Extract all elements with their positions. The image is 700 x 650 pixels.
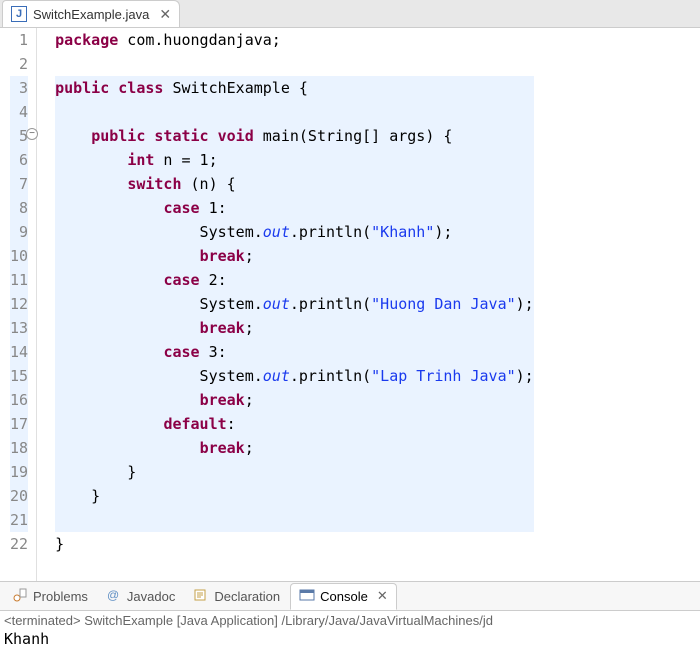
line-number: 18 [10, 436, 28, 460]
code-line[interactable]: System.out.println("Khanh"); [55, 220, 534, 244]
code-line[interactable]: case 3: [55, 340, 534, 364]
code-line[interactable]: break; [55, 436, 534, 460]
line-number: 8 [10, 196, 28, 220]
code-line[interactable]: break; [55, 388, 534, 412]
code-line[interactable]: public static void main(String[] args) { [55, 124, 534, 148]
line-number: 5− [10, 124, 28, 148]
fold-toggle-icon[interactable]: − [26, 128, 38, 140]
close-icon[interactable]: ✕ [373, 588, 388, 604]
code-line[interactable]: } [55, 460, 534, 484]
java-file-icon: J [11, 6, 27, 22]
line-number: 1 [10, 28, 28, 52]
line-number: 7 [10, 172, 28, 196]
editor-tab-bar: J SwitchExample.java ✕ [0, 0, 700, 28]
bottom-tab-label: Problems [33, 589, 88, 604]
bottom-tab-javadoc[interactable]: @ Javadoc [98, 584, 183, 609]
code-line[interactable]: } [55, 484, 534, 508]
code-line[interactable]: break; [55, 316, 534, 340]
console-icon [299, 587, 315, 606]
code-content[interactable]: package com.huongdanjava; public class S… [37, 28, 534, 581]
line-number: 10 [10, 244, 28, 268]
editor-tab[interactable]: J SwitchExample.java ✕ [2, 0, 180, 27]
line-number-gutter: 12345−678910111213141516171819202122 [0, 28, 37, 581]
bottom-view-tab-bar: Problems @ Javadoc Declaration Console ✕ [0, 581, 700, 611]
line-number: 22 [10, 532, 28, 556]
code-line[interactable] [55, 100, 534, 124]
code-line[interactable]: public class SwitchExample { [55, 76, 534, 100]
console-view: <terminated> SwitchExample [Java Applica… [0, 611, 700, 650]
line-number: 2 [10, 52, 28, 76]
bottom-tab-label: Declaration [214, 589, 280, 604]
bottom-tab-label: Console [320, 589, 368, 604]
code-line[interactable]: case 2: [55, 268, 534, 292]
code-line[interactable] [55, 52, 534, 76]
line-number: 21 [10, 508, 28, 532]
line-number: 9 [10, 220, 28, 244]
console-output: Khanh [4, 628, 696, 648]
declaration-icon [193, 587, 209, 606]
close-icon[interactable]: ✕ [155, 6, 171, 23]
line-number: 16 [10, 388, 28, 412]
bottom-tab-declaration[interactable]: Declaration [185, 584, 288, 609]
bottom-tab-label: Javadoc [127, 589, 175, 604]
problems-icon [12, 587, 28, 606]
svg-text:@: @ [107, 588, 119, 602]
code-line[interactable] [55, 508, 534, 532]
code-line[interactable]: } [55, 532, 534, 556]
line-number: 14 [10, 340, 28, 364]
code-line[interactable]: case 1: [55, 196, 534, 220]
console-status: <terminated> SwitchExample [Java Applica… [4, 613, 696, 628]
line-number: 4 [10, 100, 28, 124]
code-line[interactable]: switch (n) { [55, 172, 534, 196]
line-number: 6 [10, 148, 28, 172]
code-line[interactable]: System.out.println("Huong Dan Java"); [55, 292, 534, 316]
code-line[interactable]: package com.huongdanjava; [55, 28, 534, 52]
line-number: 12 [10, 292, 28, 316]
javadoc-icon: @ [106, 587, 122, 606]
code-line[interactable]: break; [55, 244, 534, 268]
code-editor[interactable]: 12345−678910111213141516171819202122 pac… [0, 28, 700, 581]
code-line[interactable]: int n = 1; [55, 148, 534, 172]
line-number: 19 [10, 460, 28, 484]
line-number: 11 [10, 268, 28, 292]
line-number: 15 [10, 364, 28, 388]
bottom-tab-problems[interactable]: Problems [4, 584, 96, 609]
bottom-tab-console[interactable]: Console ✕ [290, 583, 397, 610]
editor-tab-label: SwitchExample.java [33, 7, 149, 22]
code-line[interactable]: System.out.println("Lap Trinh Java"); [55, 364, 534, 388]
line-number: 20 [10, 484, 28, 508]
line-number: 17 [10, 412, 28, 436]
line-number: 13 [10, 316, 28, 340]
code-line[interactable]: default: [55, 412, 534, 436]
line-number: 3 [10, 76, 28, 100]
